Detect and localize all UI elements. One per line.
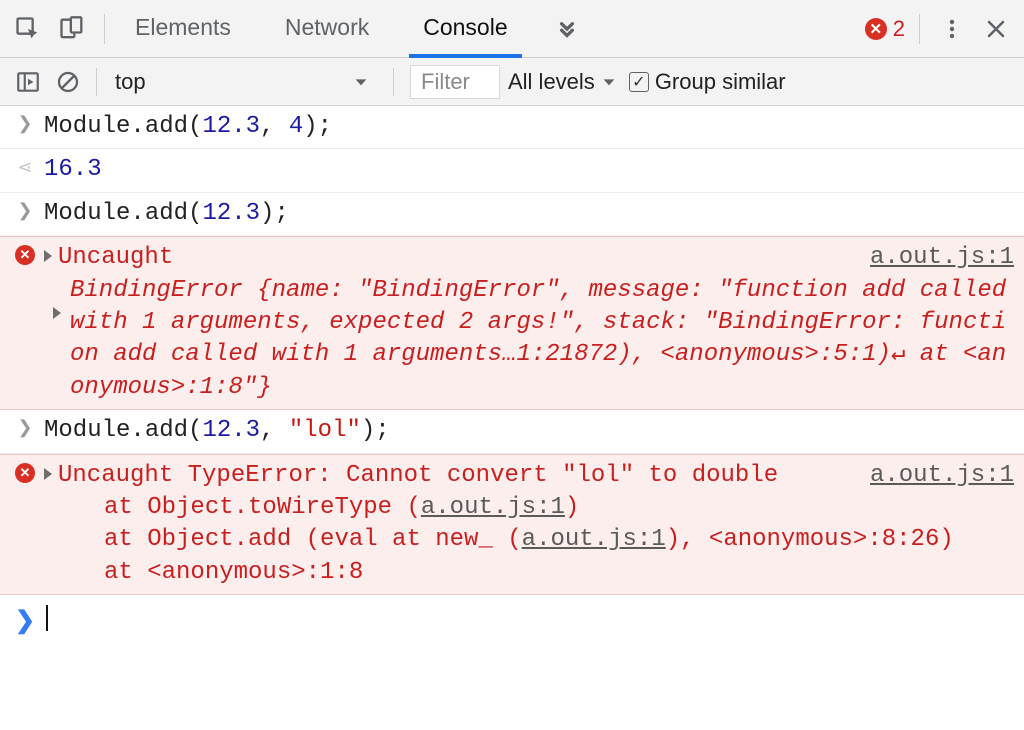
console-prompt[interactable]: ❯ [0, 595, 1024, 645]
input-chevron-icon: ❯ [17, 114, 32, 132]
divider [919, 14, 920, 44]
error-source-link[interactable]: a.out.js:1 [870, 460, 1014, 492]
prompt-chevron-icon: ❯ [15, 606, 35, 635]
error-icon: ✕ [15, 463, 35, 483]
expand-caret-icon[interactable] [53, 307, 61, 319]
chevron-down-icon [601, 74, 617, 90]
stack-frame: at <anonymous>:1:8 [44, 557, 1014, 589]
stack-link[interactable]: a.out.js:1 [522, 526, 666, 553]
tab-console[interactable]: Console [409, 1, 521, 58]
clear-console-icon[interactable] [48, 64, 88, 100]
error-head: Uncaught [58, 244, 173, 271]
expand-caret-icon[interactable] [44, 250, 52, 262]
tab-elements[interactable]: Elements [121, 1, 245, 58]
error-icon: ✕ [865, 18, 887, 40]
result-chevron-icon: ⋖ [17, 157, 32, 178]
tabs-overflow-icon[interactable] [548, 1, 586, 58]
inspect-element-icon[interactable] [6, 9, 50, 49]
error-object: BindingError {name: "BindingError", mess… [70, 275, 1014, 405]
console-input-code: Module.add(12.3, 4); [44, 111, 1014, 143]
group-similar-label: Group similar [655, 69, 786, 95]
console-body: ❯ Module.add(12.3, 4); ⋖ 16.3 ❯ Module.a… [0, 106, 1024, 645]
tab-network[interactable]: Network [271, 1, 383, 58]
execution-context-select[interactable]: top [105, 66, 385, 98]
divider [393, 68, 394, 96]
error-head: Uncaught TypeError: Cannot convert "lol"… [58, 462, 778, 489]
divider [104, 14, 105, 44]
console-input-code: Module.add(12.3, "lol"); [44, 415, 1014, 447]
kebab-menu-icon[interactable] [930, 9, 974, 49]
console-input-row[interactable]: ❯ Module.add(12.3, 4); [0, 106, 1024, 149]
stack-frame: at Object.toWireType (a.out.js:1) [44, 492, 1014, 524]
input-chevron-icon: ❯ [17, 418, 32, 436]
console-result-value: 16.3 [44, 154, 1014, 186]
console-input-row[interactable]: ❯ Module.add(12.3); [0, 193, 1024, 236]
console-error-row[interactable]: ✕ a.out.js:1 Uncaught TypeError: Cannot … [0, 454, 1024, 596]
devtools-tabbar: Elements Network Console ✕ 2 [0, 0, 1024, 58]
console-toolbar: top Filter All levels Group similar [0, 58, 1024, 106]
execution-context-value: top [115, 69, 146, 95]
stack-frame: at Object.add (eval at new_ (a.out.js:1)… [44, 524, 1014, 556]
close-icon[interactable] [974, 9, 1018, 49]
toggle-sidebar-icon[interactable] [8, 64, 48, 100]
log-levels-select[interactable]: All levels [508, 69, 617, 95]
tabs: Elements Network Console [121, 0, 586, 57]
group-similar-checkbox[interactable] [629, 72, 649, 92]
chevron-down-icon [353, 74, 369, 90]
console-prompt-input[interactable] [44, 605, 48, 635]
filter-placeholder: Filter [421, 69, 470, 94]
text-cursor [46, 605, 48, 631]
stack-link[interactable]: a.out.js:1 [421, 494, 565, 521]
log-levels-label: All levels [508, 69, 595, 95]
error-count-value: 2 [893, 16, 905, 42]
console-input-code: Module.add(12.3); [44, 198, 1014, 230]
expand-caret-icon[interactable] [44, 468, 52, 480]
device-toolbar-icon[interactable] [50, 9, 94, 49]
divider [96, 68, 97, 96]
filter-input[interactable]: Filter [410, 65, 500, 99]
error-icon: ✕ [15, 245, 35, 265]
error-source-link[interactable]: a.out.js:1 [870, 242, 1014, 274]
console-input-row[interactable]: ❯ Module.add(12.3, "lol"); [0, 410, 1024, 453]
console-error-content: a.out.js:1 Uncaught TypeError: Cannot co… [44, 460, 1014, 590]
console-result-row: ⋖ 16.3 [0, 149, 1024, 192]
input-chevron-icon: ❯ [17, 201, 32, 219]
error-count-badge[interactable]: ✕ 2 [865, 16, 905, 42]
console-error-row[interactable]: ✕ a.out.js:1 Uncaught BindingError {name… [0, 236, 1024, 410]
console-error-content: a.out.js:1 Uncaught BindingError {name: … [44, 242, 1014, 404]
